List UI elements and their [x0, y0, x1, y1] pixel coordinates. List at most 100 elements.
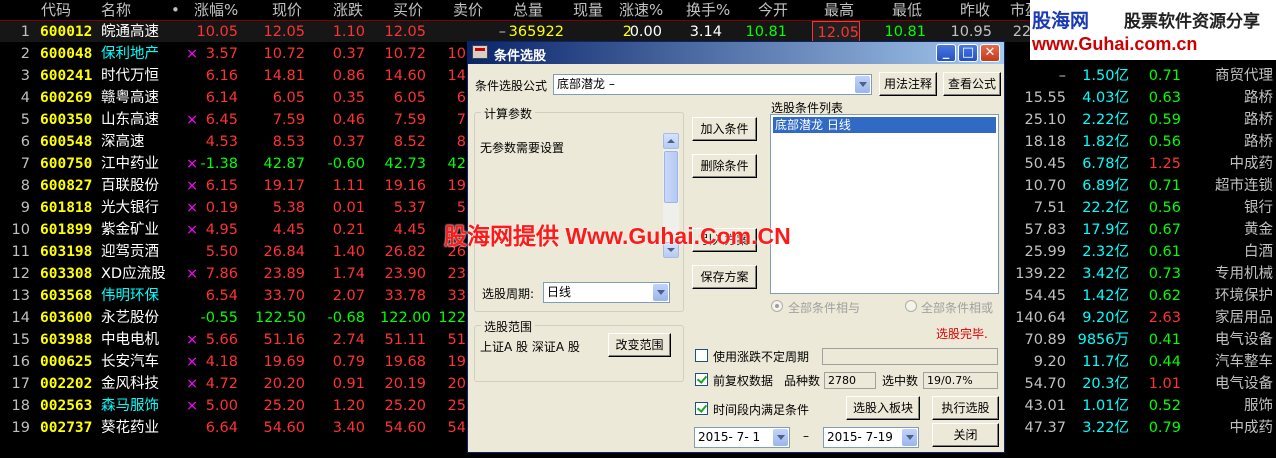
cell-stock-name: 森马服饰 — [101, 398, 159, 414]
radio-or[interactable] — [905, 300, 917, 312]
chevron-down-icon[interactable] — [653, 284, 668, 301]
delete-condition-button[interactable]: 删除条件 — [692, 154, 757, 178]
header-speed[interactable]: 涨速% — [619, 0, 663, 20]
params-group-label: 计算参数 — [481, 105, 536, 122]
header-name[interactable]: 名称 — [101, 0, 131, 20]
variety-label: 品种数 — [784, 374, 821, 388]
date-to-picker[interactable]: 2015- 7-19 — [823, 427, 919, 448]
dialog-title: 条件选股 — [494, 49, 547, 64]
cell-stock-code: 600548 — [40, 134, 93, 150]
cell-ask-price: 19 — [447, 178, 466, 194]
header-cur[interactable]: 现量 — [573, 0, 603, 20]
period-select[interactable]: 日线 — [543, 282, 670, 303]
header-open[interactable]: 今开 — [758, 0, 788, 20]
cell-stock-code: 603568 — [40, 288, 93, 304]
header-pct[interactable]: 涨幅% — [194, 0, 238, 20]
change-range-button[interactable]: 改变范围 — [608, 333, 671, 357]
cell-change-percent: 3.57 — [205, 46, 238, 62]
app-icon — [472, 45, 488, 59]
use-period-checkbox[interactable] — [695, 349, 708, 362]
cell-stock-name: 赣粤高速 — [101, 90, 159, 106]
cell-price-change: 0.86 — [332, 68, 365, 84]
cell-market-cap: 22.2亿 — [1082, 200, 1129, 216]
cell-market-cap: 11.7亿 — [1082, 354, 1129, 370]
header-price[interactable]: 现价 — [272, 0, 302, 20]
cell-change-percent: 10.05 — [196, 24, 238, 40]
prev-adjust-label: 前复权数据 — [713, 374, 774, 388]
close-button[interactable]: 关闭 — [932, 423, 999, 447]
view-formula-button[interactable]: 查看公式 — [943, 72, 1001, 96]
cell-stock-name: 光大银行 — [101, 200, 159, 216]
date-from-picker[interactable]: 2015- 7- 1 — [694, 427, 790, 448]
cell-row-index: 13 — [11, 288, 30, 304]
formula-label: 条件选股公式 — [475, 79, 548, 93]
to-block-button[interactable]: 选股入板块 — [846, 396, 920, 420]
period-field[interactable] — [822, 348, 998, 365]
cell-price-change: 1.40 — [332, 244, 365, 260]
cell-row-index: 4 — [20, 90, 30, 106]
cell-industry: 服饰 — [1244, 398, 1273, 414]
cell-market-cap: 9856万 — [1077, 332, 1129, 348]
radio-and[interactable] — [771, 300, 783, 312]
maximize-icon[interactable]: □ — [958, 44, 978, 62]
cell-current-price: 20.20 — [263, 376, 305, 392]
cell-ratio-value: 0.73 — [1148, 266, 1181, 282]
cell-ask-price: 54 — [447, 420, 466, 436]
usage-notes-button[interactable]: 用法注释 — [879, 72, 937, 96]
cell-stock-name: XD应流股 — [101, 266, 166, 282]
cell-stock-name: 深高速 — [101, 134, 145, 150]
radio-or-label: 全部条件相或 — [921, 301, 994, 315]
header-low[interactable]: 最低 — [892, 0, 922, 20]
scroll-thumb[interactable] — [664, 151, 678, 203]
time-cond-checkbox[interactable] — [695, 402, 708, 415]
cell-ratio-value: 0.52 — [1148, 398, 1181, 414]
scroll-up-icon[interactable] — [663, 133, 679, 149]
dialog-titlebar[interactable]: 条件选股 _ □ ✕ — [468, 42, 1004, 64]
condition-list[interactable]: 底部潜龙 日线 — [770, 114, 999, 294]
cell-bid-price: 14.60 — [384, 68, 426, 84]
header-dot: • — [171, 1, 180, 19]
header-high[interactable]: 最高 — [824, 0, 854, 20]
condition-list-item[interactable]: 底部潜龙 日线 — [773, 117, 996, 133]
cell-pe-ratio: 43.01 — [1024, 398, 1066, 414]
cell-row-index: 1 — [20, 24, 30, 40]
cell-market-cap: 1.01亿 — [1082, 398, 1129, 414]
cell-industry: 白酒 — [1244, 244, 1273, 260]
cell-stock-code: 603988 — [40, 332, 93, 348]
header-vol[interactable]: 总量 — [513, 0, 543, 20]
header-chg[interactable]: 涨跌 — [333, 0, 363, 20]
execute-button[interactable]: 执行选股 — [932, 396, 999, 420]
cell-stock-name: 伟明环保 — [101, 288, 159, 304]
cell-current-price: 25.20 — [263, 398, 305, 414]
cell-price-change: 0.01 — [332, 200, 365, 216]
selected-label: 选中数 — [882, 374, 919, 388]
cell-row-index: 2 — [20, 46, 30, 62]
add-condition-button[interactable]: 加入条件 — [692, 117, 757, 141]
prev-adjust-checkbox[interactable] — [695, 373, 708, 386]
cell-industry: 汽车整车 — [1215, 354, 1273, 370]
close-icon[interactable]: ✕ — [980, 44, 1000, 62]
header-code[interactable]: 代码 — [41, 0, 71, 20]
chevron-down-icon[interactable] — [855, 76, 870, 93]
cell-change-percent: -1.38 — [200, 156, 238, 172]
time-cond-label: 时间段内满足条件 — [713, 403, 810, 417]
save-scheme-button[interactable]: 保存方案 — [692, 265, 757, 289]
chevron-down-icon[interactable] — [773, 429, 788, 446]
cell-ratio-value: 0.44 — [1148, 354, 1181, 370]
cell-change-percent: 6.16 — [205, 68, 238, 84]
cell-row-index: 17 — [11, 376, 30, 392]
cell-pe-ratio: 7.51 — [1033, 200, 1066, 216]
cell-ask-price: 8 — [456, 134, 466, 150]
cell-current-price: 26.84 — [263, 244, 305, 260]
formula-select[interactable]: 底部潜龙 – — [553, 74, 872, 95]
cell-price-change: -0.68 — [327, 310, 365, 326]
cell-bid-price: 42.73 — [384, 156, 426, 172]
chevron-down-icon[interactable] — [902, 429, 917, 446]
header-sell[interactable]: 卖价 — [453, 0, 483, 20]
header-prev[interactable]: 昨收 — [960, 0, 990, 20]
header-turn[interactable]: 换手% — [686, 0, 730, 20]
header-buy[interactable]: 买价 — [393, 0, 423, 20]
cell-pe-ratio: 25.99 — [1024, 244, 1066, 260]
cell-current-price: 54.60 — [263, 420, 305, 436]
minimize-icon[interactable]: _ — [936, 44, 956, 62]
